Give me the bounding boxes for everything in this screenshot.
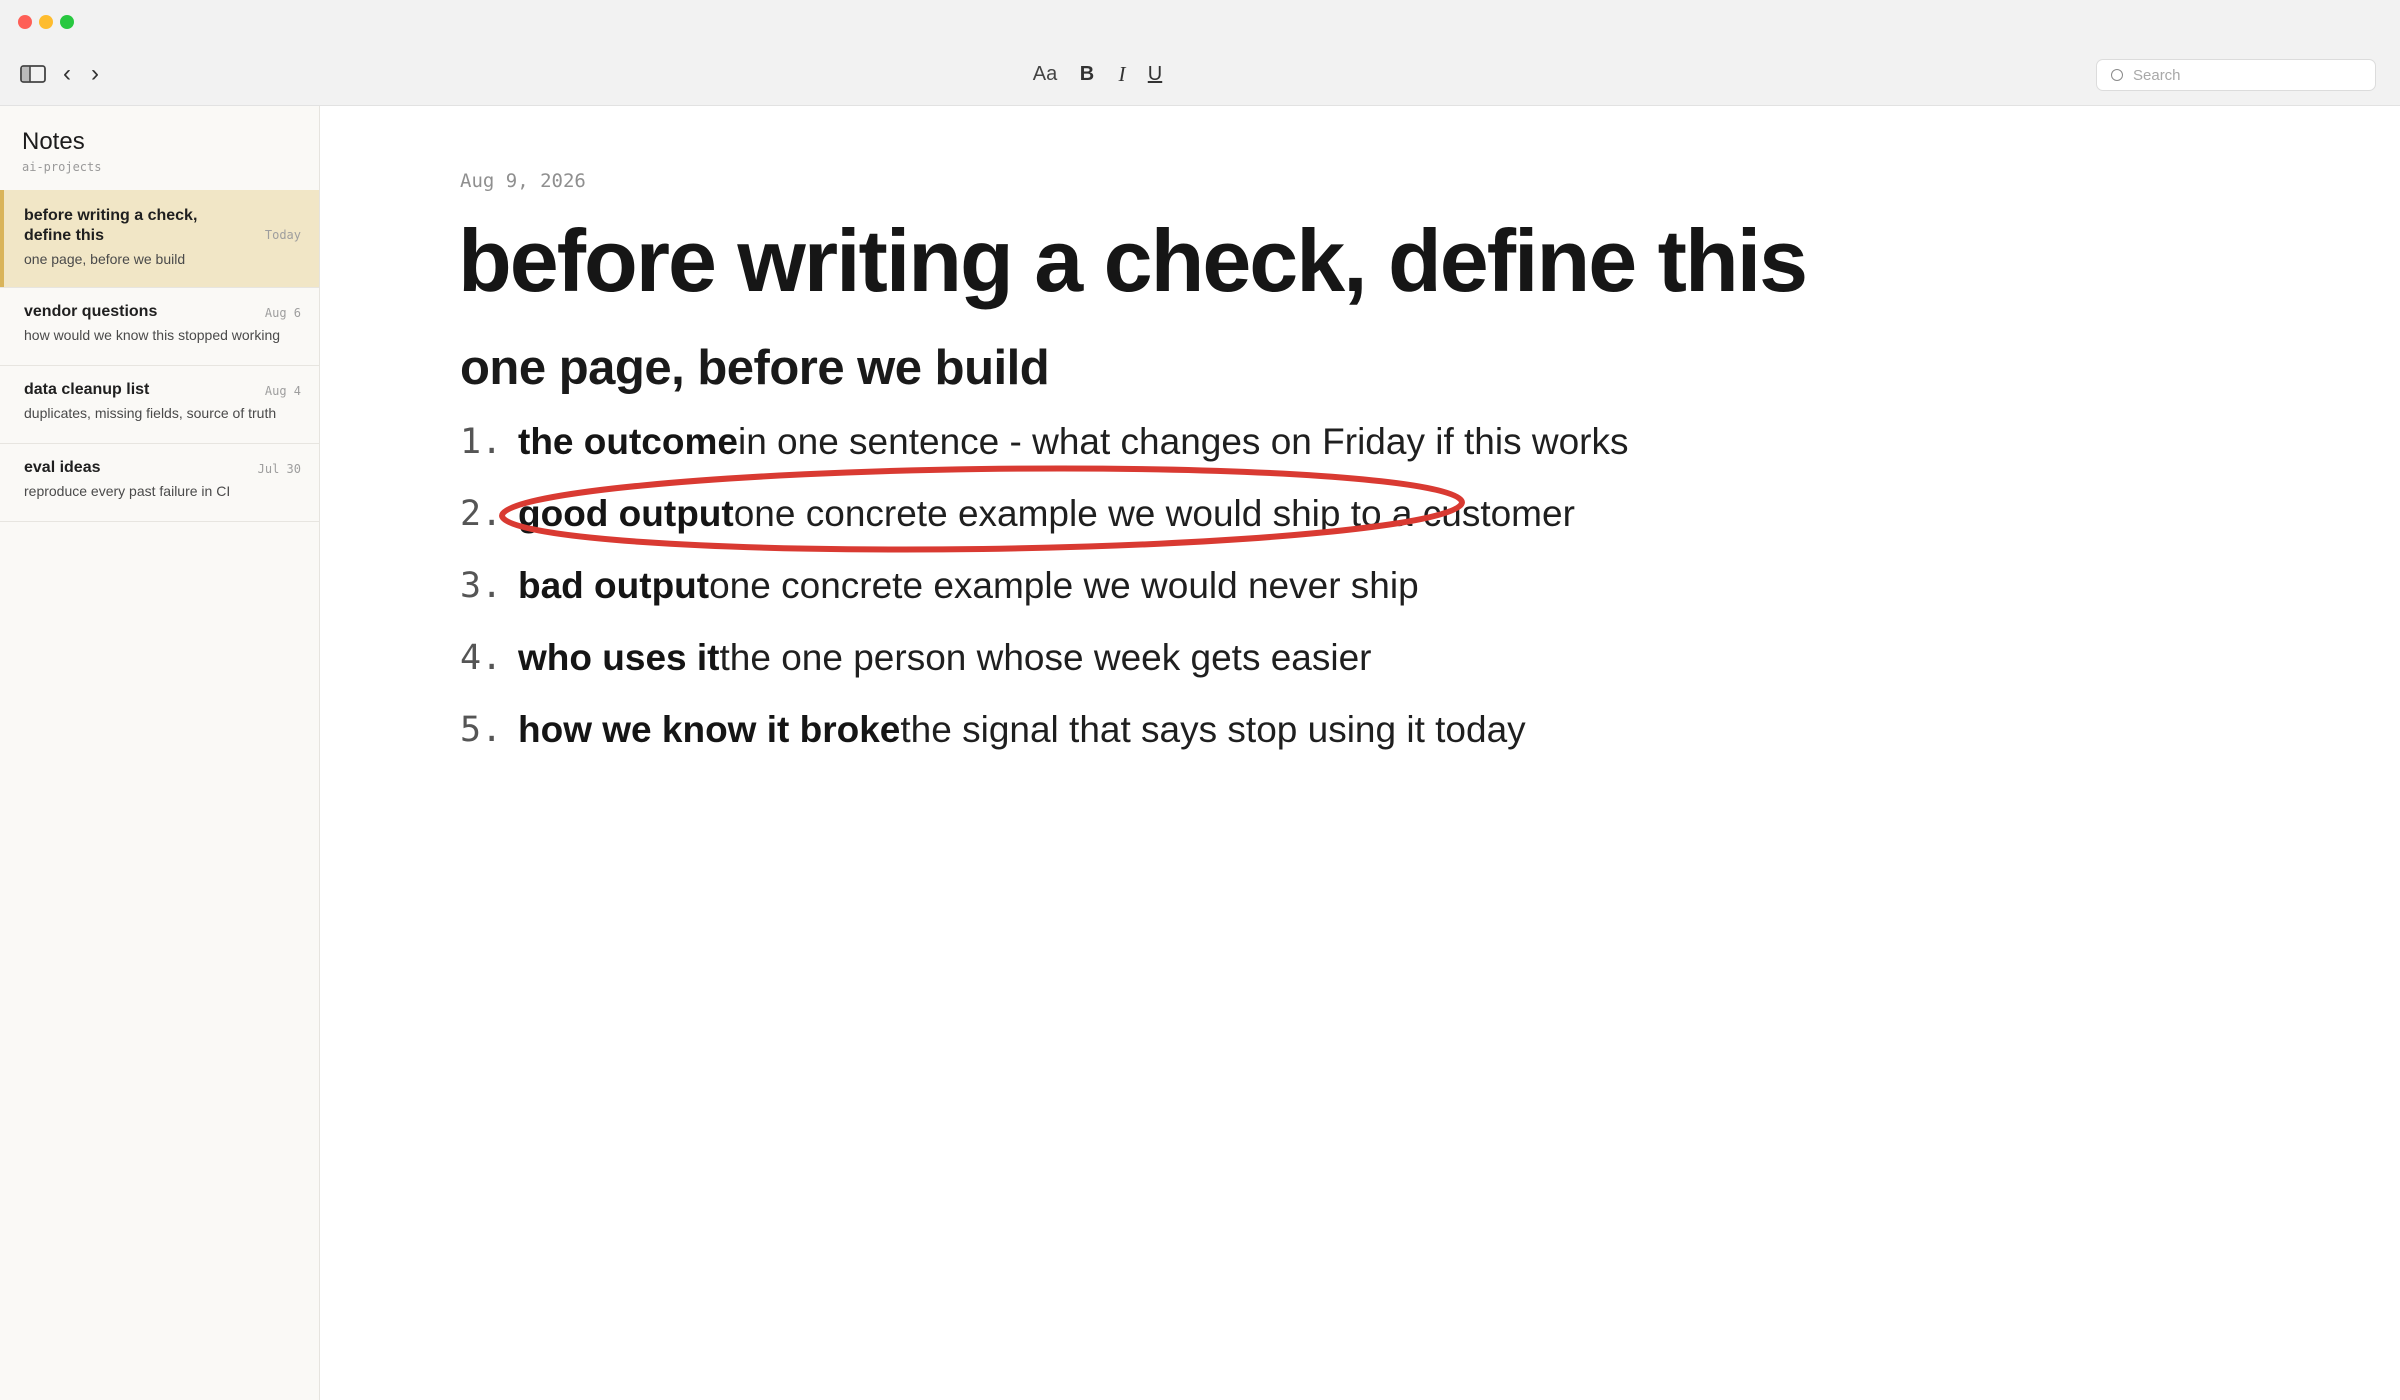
title-bar bbox=[0, 0, 2400, 44]
list-item-term: how we know it broke bbox=[518, 709, 901, 750]
list-item-text: in one sentence - what changes on Friday… bbox=[737, 421, 1629, 462]
note-date: Aug 4 bbox=[264, 384, 301, 398]
sidebar-icon bbox=[20, 65, 46, 83]
list-number: 3. bbox=[460, 566, 503, 606]
note-title: eval ideas bbox=[24, 459, 101, 476]
note-title: data cleanup list bbox=[24, 381, 150, 398]
note-title-heading[interactable]: before writing a check, define this bbox=[458, 210, 1808, 312]
list-number: 2. bbox=[460, 494, 503, 534]
list-item-text: one concrete example we would never ship bbox=[709, 565, 1419, 606]
maximize-window-button[interactable] bbox=[60, 15, 74, 29]
list-item[interactable]: 5. how we know it broke the signal that … bbox=[460, 694, 2160, 766]
note-preview: duplicates, missing fields, source of tr… bbox=[24, 405, 277, 421]
search-input[interactable] bbox=[2133, 62, 2353, 88]
notebook-name: ai-projects bbox=[22, 160, 102, 174]
note-editor[interactable]: Aug 9, 2026 before writing a check, defi… bbox=[320, 106, 2400, 1400]
underline-button[interactable]: U bbox=[1144, 56, 1166, 92]
notes-app-window: ‹ › Aa B I U Notes ai-projects before wr… bbox=[0, 0, 2400, 1400]
back-button[interactable]: ‹ bbox=[56, 56, 78, 92]
sidebar: Notes ai-projects before writing a check… bbox=[0, 106, 320, 1400]
list-item[interactable]: 4. who uses it the one person whose week… bbox=[460, 622, 2160, 694]
minimize-window-button[interactable] bbox=[39, 15, 53, 29]
sidebar-toggle-button[interactable] bbox=[18, 56, 48, 92]
list-item-term: good output bbox=[518, 493, 734, 534]
note-list-item[interactable]: vendor questions Aug 6 how would we know… bbox=[0, 288, 319, 366]
list-item-text: the signal that says stop using it today bbox=[900, 709, 1526, 750]
note-title: before writing a check, define this bbox=[24, 207, 198, 244]
note-list-item[interactable]: data cleanup list Aug 4 duplicates, miss… bbox=[0, 366, 319, 444]
sidebar-title: Notes bbox=[22, 128, 85, 155]
note-title: vendor questions bbox=[24, 303, 158, 320]
note-subheading[interactable]: one page, before we build bbox=[460, 340, 1050, 396]
list-item-term: bad output bbox=[518, 565, 710, 606]
list-number: 5. bbox=[460, 710, 503, 750]
note-preview: reproduce every past failure in CI bbox=[24, 483, 231, 499]
search-icon bbox=[2111, 69, 2123, 81]
list-item-text: one concrete example we would ship to a … bbox=[733, 493, 1575, 534]
list-item-term: the outcome bbox=[518, 421, 738, 462]
list-number: 4. bbox=[460, 638, 503, 678]
note-date-header: Aug 9, 2026 bbox=[460, 170, 586, 192]
list-item[interactable]: 2. good output one concrete example we w… bbox=[460, 478, 2160, 550]
font-format-button[interactable]: Aa bbox=[1030, 56, 1060, 92]
note-preview: how would we know this stopped working bbox=[24, 327, 281, 343]
italic-button[interactable]: I bbox=[1112, 56, 1132, 92]
search-box[interactable] bbox=[2096, 59, 2376, 91]
close-window-button[interactable] bbox=[18, 15, 32, 29]
forward-button[interactable]: › bbox=[84, 56, 106, 92]
list-item-term: who uses it bbox=[518, 637, 720, 678]
numbered-list: 1. the outcome in one sentence - what ch… bbox=[460, 406, 2160, 766]
list-number: 1. bbox=[460, 422, 503, 462]
note-list-item[interactable]: before writing a check, define this Toda… bbox=[0, 190, 319, 288]
note-date: Today bbox=[264, 228, 301, 242]
list-item-text: the one person whose week gets easier bbox=[719, 637, 1372, 678]
chevron-left-icon: ‹ bbox=[63, 60, 71, 87]
list-item[interactable]: 3. bad output one concrete example we wo… bbox=[460, 550, 2160, 622]
note-list-item[interactable]: eval ideas Jul 30 reproduce every past f… bbox=[0, 444, 319, 522]
note-list: before writing a check, define this Toda… bbox=[0, 190, 319, 522]
note-date: Jul 30 bbox=[257, 462, 301, 476]
bold-button[interactable]: B bbox=[1076, 56, 1098, 92]
toolbar: ‹ › Aa B I U bbox=[0, 44, 2400, 106]
note-date: Aug 6 bbox=[264, 306, 301, 320]
note-preview: one page, before we build bbox=[24, 251, 186, 267]
chevron-right-icon: › bbox=[91, 60, 99, 87]
list-item[interactable]: 1. the outcome in one sentence - what ch… bbox=[460, 406, 2160, 478]
